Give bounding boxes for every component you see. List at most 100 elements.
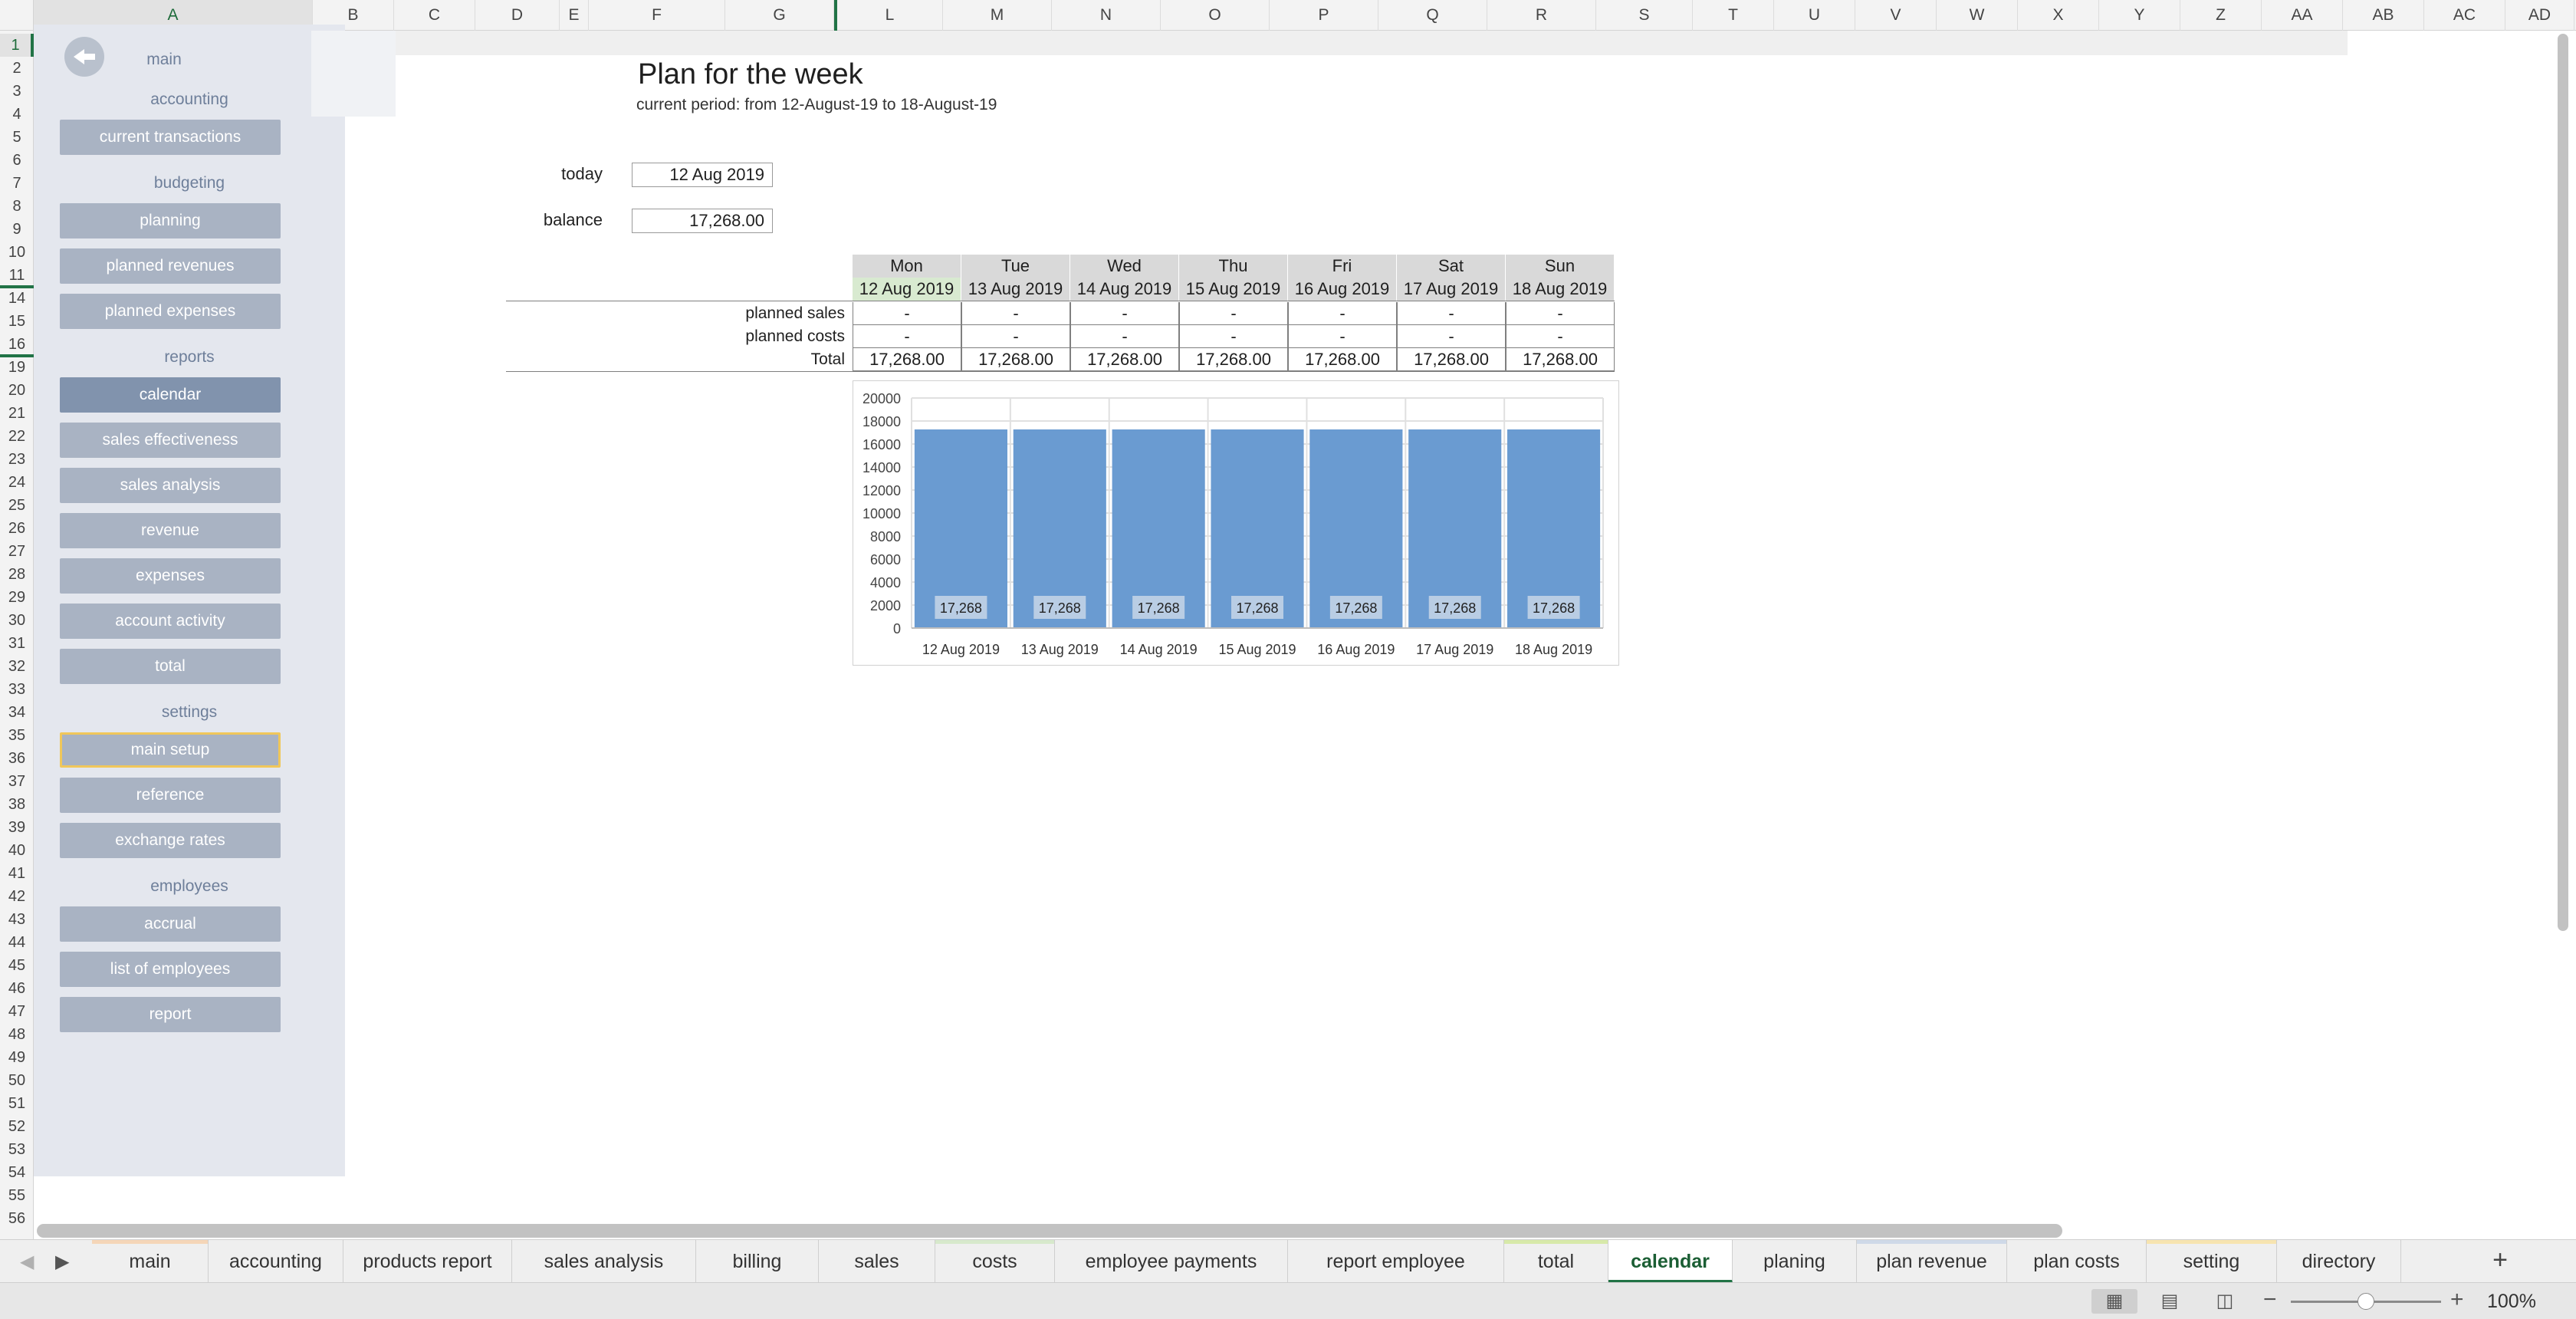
row-header-24[interactable]: 24	[0, 471, 34, 494]
sidebar-item-list-of-employees[interactable]: list of employees	[60, 952, 281, 987]
sheet-tab-total[interactable]: total	[1504, 1240, 1608, 1283]
row-header-43[interactable]: 43	[0, 908, 34, 931]
sheet-tab-report-employee[interactable]: report employee	[1288, 1240, 1504, 1283]
sheet-tab-plan-revenue[interactable]: plan revenue	[1857, 1240, 2007, 1283]
table-cell[interactable]: -	[961, 325, 1070, 348]
row-header-27[interactable]: 27	[0, 540, 34, 563]
row-header-50[interactable]: 50	[0, 1069, 34, 1092]
zoom-slider-thumb[interactable]	[2358, 1293, 2374, 1310]
row-header-7[interactable]: 7	[0, 172, 34, 195]
column-header-ad[interactable]: AD	[2505, 0, 2574, 31]
table-cell[interactable]: 17,268.00	[853, 348, 961, 371]
column-header-n[interactable]: N	[1052, 0, 1161, 31]
column-header-f[interactable]: F	[589, 0, 725, 31]
column-header-aa[interactable]: AA	[2262, 0, 2343, 31]
column-header-m[interactable]: M	[943, 0, 1052, 31]
row-header-25[interactable]: 25	[0, 494, 34, 517]
row-header-32[interactable]: 32	[0, 655, 34, 678]
column-header-q[interactable]: Q	[1378, 0, 1487, 31]
column-header-v[interactable]: V	[1855, 0, 1937, 31]
sidebar-item-account-activity[interactable]: account activity	[60, 604, 281, 639]
row-header-54[interactable]: 54	[0, 1161, 34, 1184]
table-cell[interactable]: -	[853, 325, 961, 348]
row-header-37[interactable]: 37	[0, 770, 34, 793]
sheet-tab-setting[interactable]: setting	[2147, 1240, 2277, 1283]
sidebar-item-planning[interactable]: planning	[60, 203, 281, 238]
row-header-2[interactable]: 2	[0, 57, 34, 80]
vertical-scrollbar[interactable]	[2558, 34, 2568, 931]
table-cell[interactable]: 17,268.00	[961, 348, 1070, 371]
table-cell[interactable]: -	[1288, 302, 1397, 325]
table-cell[interactable]: -	[1506, 302, 1615, 325]
row-header-4[interactable]: 4	[0, 103, 34, 126]
table-cell[interactable]: 17,268.00	[1070, 348, 1179, 371]
sheet-tab-sales-analysis[interactable]: sales analysis	[512, 1240, 696, 1283]
row-header-33[interactable]: 33	[0, 678, 34, 701]
column-header-ab[interactable]: AB	[2343, 0, 2424, 31]
horizontal-scrollbar[interactable]	[37, 1224, 2062, 1238]
sheet-tab-sales[interactable]: sales	[819, 1240, 935, 1283]
table-cell[interactable]: -	[961, 302, 1070, 325]
row-header-1[interactable]: 1	[0, 34, 34, 57]
sheet-tab-billing[interactable]: billing	[696, 1240, 819, 1283]
table-cell[interactable]: 17,268.00	[1397, 348, 1506, 371]
column-header-u[interactable]: U	[1774, 0, 1855, 31]
sidebar-item-main-setup[interactable]: main setup	[60, 732, 281, 768]
row-header-36[interactable]: 36	[0, 747, 34, 770]
row-header-20[interactable]: 20	[0, 379, 34, 402]
page-layout-view-icon[interactable]: ▤	[2147, 1289, 2193, 1314]
sheet-tab-planing[interactable]: planing	[1733, 1240, 1857, 1283]
sheet-tab-employee-payments[interactable]: employee payments	[1055, 1240, 1288, 1283]
row-header-3[interactable]: 3	[0, 80, 34, 103]
row-header-35[interactable]: 35	[0, 724, 34, 747]
row-header-9[interactable]: 9	[0, 218, 34, 241]
row-header-6[interactable]: 6	[0, 149, 34, 172]
row-header-21[interactable]: 21	[0, 402, 34, 425]
row-header-38[interactable]: 38	[0, 793, 34, 816]
table-cell[interactable]: 17,268.00	[1506, 348, 1615, 371]
column-header-ac[interactable]: AC	[2424, 0, 2505, 31]
sidebar-item-planned-revenues[interactable]: planned revenues	[60, 248, 281, 284]
sidebar-item-planned-expenses[interactable]: planned expenses	[60, 294, 281, 329]
row-header-46[interactable]: 46	[0, 977, 34, 1000]
row-header-51[interactable]: 51	[0, 1092, 34, 1115]
row-header-44[interactable]: 44	[0, 931, 34, 954]
column-header-x[interactable]: X	[2018, 0, 2099, 31]
add-sheet-button[interactable]: +	[2482, 1243, 2518, 1278]
row-header-31[interactable]: 31	[0, 632, 34, 655]
table-cell[interactable]: 17,268.00	[1179, 348, 1288, 371]
sidebar-item-report[interactable]: report	[60, 997, 281, 1032]
sheet-tab-main[interactable]: main	[92, 1240, 209, 1283]
normal-view-icon[interactable]: ▦	[2091, 1289, 2137, 1314]
sidebar-item-total[interactable]: total	[60, 649, 281, 684]
sidebar-main-label[interactable]: main	[126, 51, 202, 69]
row-header-22[interactable]: 22	[0, 425, 34, 448]
row-header-53[interactable]: 53	[0, 1138, 34, 1161]
table-cell[interactable]: -	[1397, 325, 1506, 348]
row-header-48[interactable]: 48	[0, 1023, 34, 1046]
row-header-42[interactable]: 42	[0, 885, 34, 908]
row-header-10[interactable]: 10	[0, 241, 34, 264]
row-header-47[interactable]: 47	[0, 1000, 34, 1023]
page-break-view-icon[interactable]: ◫	[2202, 1289, 2248, 1314]
sheet-tab-plan-costs[interactable]: plan costs	[2007, 1240, 2147, 1283]
column-header-g[interactable]: G	[725, 0, 834, 31]
table-cell[interactable]: -	[853, 302, 961, 325]
row-header-52[interactable]: 52	[0, 1115, 34, 1138]
column-header-z[interactable]: Z	[2180, 0, 2262, 31]
row-header-19[interactable]: 19	[0, 356, 34, 379]
sidebar-item-expenses[interactable]: expenses	[60, 558, 281, 594]
tab-next-icon[interactable]: ▶	[55, 1251, 69, 1273]
sheet-tab-calendar[interactable]: calendar	[1608, 1240, 1733, 1283]
row-header-23[interactable]: 23	[0, 448, 34, 471]
column-header-d[interactable]: D	[475, 0, 560, 31]
column-header-w[interactable]: W	[1937, 0, 2018, 31]
table-cell[interactable]: -	[1506, 325, 1615, 348]
balance-field[interactable]: 17,268.00	[632, 209, 773, 233]
row-header-45[interactable]: 45	[0, 954, 34, 977]
today-field[interactable]: 12 Aug 2019	[632, 163, 773, 187]
tab-prev-icon[interactable]: ◀	[20, 1251, 34, 1273]
row-header-56[interactable]: 56	[0, 1207, 34, 1230]
back-arrow-icon[interactable]	[64, 37, 104, 77]
row-header-14[interactable]: 14	[0, 287, 34, 310]
